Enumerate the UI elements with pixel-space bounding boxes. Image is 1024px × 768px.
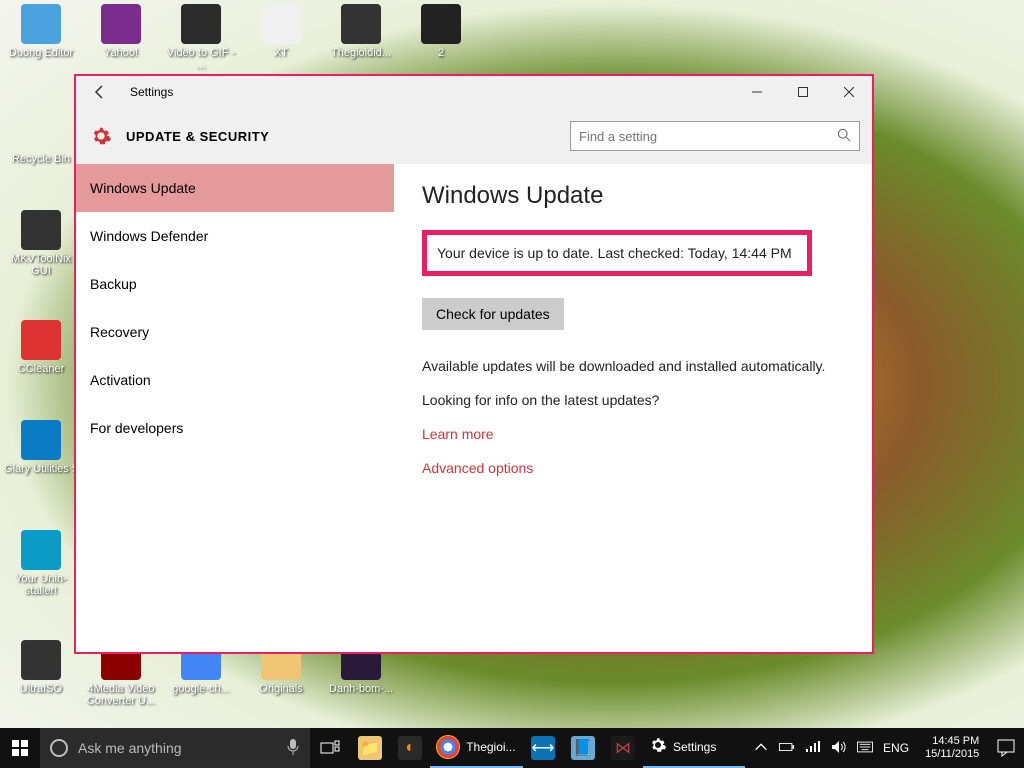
sidebar-item-activation[interactable]: Activation: [76, 356, 394, 404]
desktop-icon-image: [21, 4, 61, 44]
taskbar-app-3[interactable]: ⋈: [603, 728, 643, 768]
tray-language[interactable]: ENG: [883, 741, 909, 755]
system-tray[interactable]: ENG: [745, 728, 917, 768]
desktop-icon-label: Your Unin-staller!: [4, 573, 78, 597]
cortana-search[interactable]: Ask me anything: [40, 728, 310, 768]
learn-more-link[interactable]: Learn more: [422, 426, 494, 442]
settings-search[interactable]: [570, 121, 860, 151]
desktop-icon[interactable]: 2: [404, 4, 478, 59]
desktop-icon-image: [261, 4, 301, 44]
action-center-button[interactable]: [987, 728, 1024, 768]
taskbar-settings-label: Settings: [673, 740, 716, 754]
desktop-icon-label: Video to GIF - ...: [164, 47, 238, 71]
taskbar-teamviewer[interactable]: ⟷: [523, 728, 563, 768]
check-updates-button[interactable]: Check for updates: [422, 298, 564, 330]
desktop-icon[interactable]: Video to GIF - ...: [164, 4, 238, 71]
search-icon: [837, 128, 851, 145]
desktop-icon-image: [181, 4, 221, 44]
taskbar-app-2[interactable]: 📘: [563, 728, 603, 768]
window-title: Settings: [124, 85, 734, 99]
tray-volume-icon[interactable]: [831, 739, 847, 758]
task-view-button[interactable]: [310, 728, 350, 768]
tray-chevron-up-icon[interactable]: [753, 739, 769, 758]
auto-download-text: Available updates will be downloaded and…: [422, 358, 844, 374]
tray-network-icon[interactable]: [805, 739, 821, 758]
page-title: Windows Update: [422, 182, 844, 210]
desktop-icon[interactable]: Recycle Bin: [4, 110, 78, 165]
desktop-icon-label: 2: [404, 47, 478, 59]
desktop-icon[interactable]: Duong Editor: [4, 4, 78, 59]
settings-window: Settings UPDATE & SECURITY Windows Updat…: [74, 74, 874, 654]
chrome-label: Thegioi...: [466, 740, 515, 754]
desktop-icon-label: Glary Utilities 5: [4, 463, 78, 475]
close-button[interactable]: [826, 76, 872, 108]
status-highlight-box: Your device is up to date. Last checked:…: [422, 230, 812, 276]
desktop-icon[interactable]: Thegioidid...: [324, 4, 398, 59]
advanced-options-link[interactable]: Advanced options: [422, 460, 533, 476]
clock-date: 15/11/2015: [925, 748, 979, 761]
desktop-icon-label: Danh-bom-...: [324, 683, 398, 695]
desktop-icon-label: 4Media Video Converter U...: [84, 683, 158, 707]
maximize-button[interactable]: [780, 76, 826, 108]
looking-info-text: Looking for info on the latest updates?: [422, 392, 844, 408]
desktop-icon-label: Duong Editor: [4, 47, 78, 59]
settings-content: Windows Update Your device is up to date…: [394, 164, 872, 652]
desktop-icon-image: [341, 4, 381, 44]
sidebar-item-windows-defender[interactable]: Windows Defender: [76, 212, 394, 260]
tray-battery-icon[interactable]: [779, 739, 795, 758]
sidebar-item-for-developers[interactable]: For developers: [76, 404, 394, 452]
search-input[interactable]: [579, 129, 837, 144]
settings-gear-icon: [649, 736, 667, 759]
start-button[interactable]: [0, 728, 40, 768]
desktop-icon[interactable]: XT: [244, 4, 318, 59]
minimize-button[interactable]: [734, 76, 780, 108]
settings-sidebar: Windows UpdateWindows DefenderBackupReco…: [76, 164, 394, 652]
taskbar-settings[interactable]: Settings: [643, 728, 745, 768]
desktop-icon-label: Yahoo!: [84, 47, 158, 59]
desktop-icon-label: MKVToolNix GUI: [4, 253, 78, 277]
desktop-icon-image: [101, 4, 141, 44]
tray-keyboard-icon[interactable]: [857, 739, 873, 758]
desktop-icon-image: [21, 420, 61, 460]
clock-time: 14:45 PM: [925, 735, 979, 748]
mic-icon[interactable]: [286, 738, 300, 759]
taskbar: Ask me anything 📁 ◐ Thegioi... ⟷ 📘 ⋈ Set…: [0, 728, 1024, 768]
taskbar-clock[interactable]: 14:45 PM 15/11/2015: [917, 728, 987, 768]
desktop-icon-label: CCleaner: [4, 363, 78, 375]
header-row: UPDATE & SECURITY: [76, 108, 872, 164]
desktop-icon-image: [21, 210, 61, 250]
desktop-icon-image: [421, 4, 461, 44]
desktop-icon-image: [21, 640, 61, 680]
taskbar-chrome[interactable]: Thegioi...: [430, 728, 523, 768]
update-status-text: Your device is up to date. Last checked:…: [437, 245, 792, 261]
sidebar-item-windows-update[interactable]: Windows Update: [76, 164, 394, 212]
desktop-icon[interactable]: MKVToolNix GUI: [4, 210, 78, 277]
cortana-placeholder: Ask me anything: [78, 740, 182, 756]
desktop-icon-label: google-ch...: [164, 683, 238, 695]
desktop-icon-label: Recycle Bin: [4, 153, 78, 165]
desktop-icon[interactable]: Yahoo!: [84, 4, 158, 59]
desktop-icon[interactable]: Your Unin-staller!: [4, 530, 78, 597]
back-button[interactable]: [76, 76, 124, 108]
sidebar-item-recovery[interactable]: Recovery: [76, 308, 394, 356]
desktop-icon[interactable]: CCleaner: [4, 320, 78, 375]
gear-icon: [90, 125, 112, 147]
taskbar-file-explorer[interactable]: 📁: [350, 728, 390, 768]
desktop-icon-image: [21, 110, 61, 150]
titlebar: Settings: [76, 76, 872, 108]
sidebar-item-backup[interactable]: Backup: [76, 260, 394, 308]
desktop-icon-label: Originals: [244, 683, 318, 695]
taskbar-app-1[interactable]: ◐: [390, 728, 430, 768]
desktop-icon-image: [21, 320, 61, 360]
desktop-icon-label: UltraISO: [4, 683, 78, 695]
desktop-icon-label: Thegioidid...: [324, 47, 398, 59]
desktop-icon-image: [21, 530, 61, 570]
desktop-icon[interactable]: Glary Utilities 5: [4, 420, 78, 475]
cortana-icon: [50, 739, 68, 757]
desktop-icon[interactable]: UltraISO: [4, 640, 78, 695]
desktop-icon-label: XT: [244, 47, 318, 59]
section-title: UPDATE & SECURITY: [126, 129, 570, 144]
